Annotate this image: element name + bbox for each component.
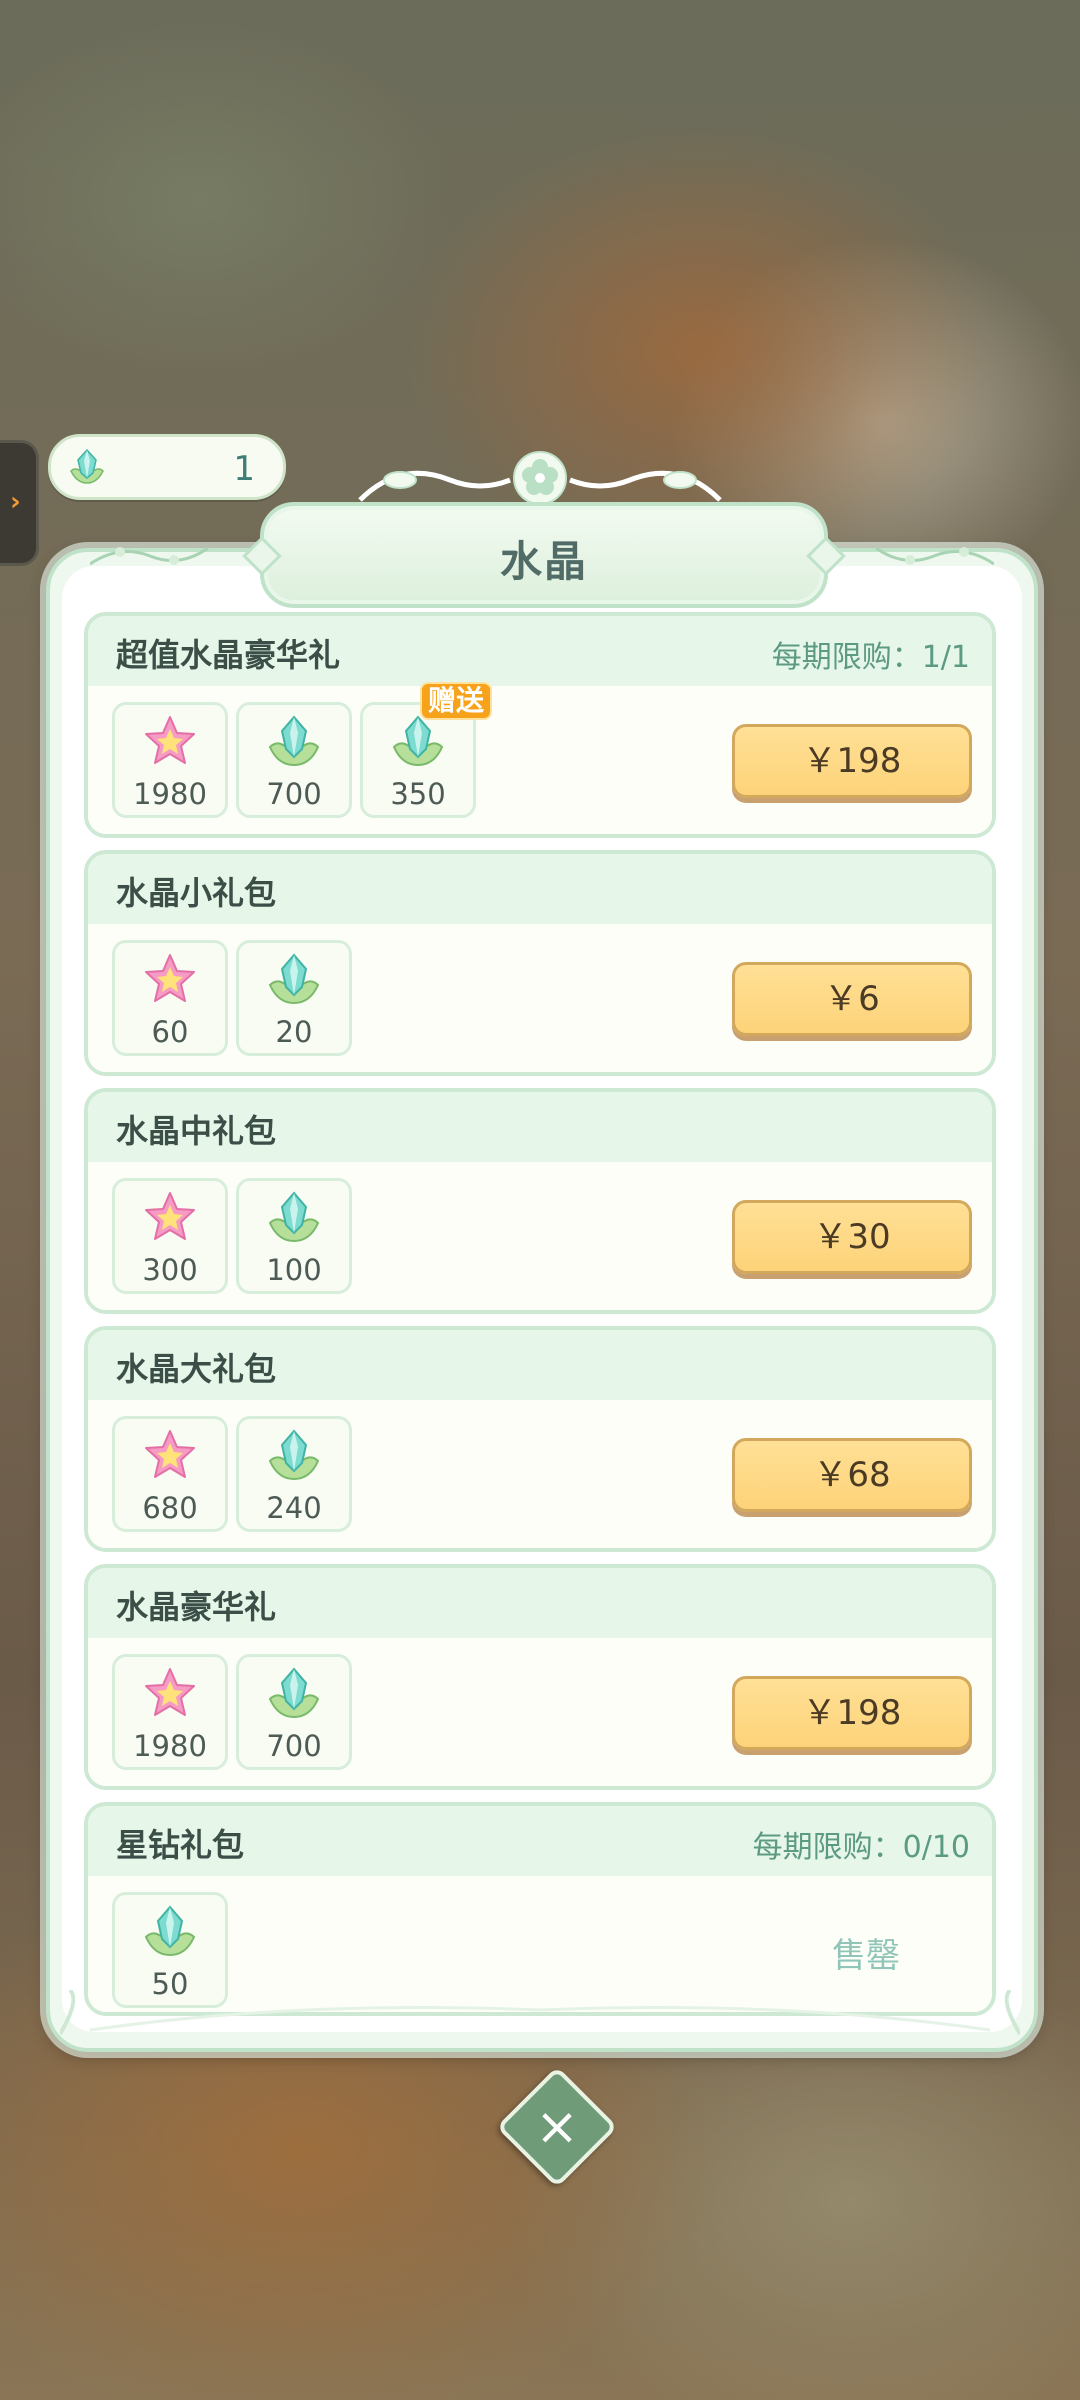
package-card: 星钻礼包 每期限购：0/10 50 售罄 [84,1802,996,2016]
page-title: 水晶 [499,537,588,586]
flower-ornament-icon [358,451,722,505]
package-card: 水晶大礼包 680 240 ￥68 [84,1326,996,1552]
package-name: 水晶小礼包 [116,874,277,912]
star-icon [142,951,198,1011]
package-card: 水晶小礼包 60 20 ￥6 [84,850,996,1076]
crystal-amount: 1 [233,449,255,489]
package-card: 水晶中礼包 300 100 ￥30 [84,1088,996,1314]
package-card: 水晶豪华礼 1980 700 ￥198 [84,1564,996,1790]
reward-quantity: 350 [390,777,446,811]
title-banner: 水晶 [242,502,846,608]
reward-quantity: 100 [266,1253,322,1287]
package-name: 水晶豪华礼 [116,1588,277,1626]
reward-item: 100 [236,1178,352,1294]
crystal-balance: 1 [48,434,286,500]
package-name: 水晶大礼包 [116,1350,277,1388]
reward-item: 20 [236,940,352,1056]
crystal-icon [390,713,446,773]
reward-item: 240 [236,1416,352,1532]
vine-decoration-icon [90,546,209,566]
reward-quantity: 60 [151,1015,189,1049]
side-drawer-tab[interactable]: › [0,440,39,566]
reward-quantity: 240 [266,1491,322,1525]
reward-item: 680 [112,1416,228,1532]
reward-item: 1980 [112,702,228,818]
crystal-icon [266,713,322,773]
reward-quantity: 1980 [133,1729,207,1763]
leaf-decoration-icon [60,1990,1020,2036]
crystal-icon [266,1427,322,1487]
reward-quantity: 700 [266,777,322,811]
reward-item: 700 [236,1654,352,1770]
buy-button[interactable]: ￥68 [732,1438,972,1512]
reward-item: 60 [112,940,228,1056]
crystal-icon [266,1189,322,1249]
buy-button[interactable]: ￥30 [732,1200,972,1274]
star-icon [142,1427,198,1487]
crystal-icon [266,1665,322,1725]
buy-button[interactable]: ￥6 [732,962,972,1036]
close-icon[interactable]: × [514,2084,600,2170]
reward-item: 350 [360,702,476,818]
reward-quantity: 300 [142,1253,198,1287]
star-icon [142,1665,198,1725]
purchase-limit: 每期限购：1/1 [771,640,970,675]
star-icon [142,713,198,773]
reward-item: 700 [236,702,352,818]
package-name: 超值水晶豪华礼 [116,636,341,674]
sold-out-label: 售罄 [832,1936,900,1976]
star-icon [142,1189,198,1249]
reward-quantity: 1980 [133,777,207,811]
reward-item: 300 [112,1178,228,1294]
crystal-icon [142,1903,198,1963]
purchase-limit: 每期限购：0/10 [752,1830,970,1865]
reward-quantity: 700 [266,1729,322,1763]
reward-item: 1980 [112,1654,228,1770]
package-name: 水晶中礼包 [116,1112,277,1150]
package-name: 星钻礼包 [116,1826,245,1864]
crystal-icon [266,951,322,1011]
package-card: 超值水晶豪华礼 每期限购：1/1 1980 700 350 赠送 ￥198 [84,612,996,838]
vine-decoration-icon [875,546,994,566]
buy-button[interactable]: ￥198 [732,724,972,798]
buy-button[interactable]: ￥198 [732,1676,972,1750]
chevron-right-icon: › [10,487,21,517]
crystal-icon [67,447,107,491]
reward-quantity: 20 [275,1015,313,1049]
bonus-tag: 赠送 [422,684,491,718]
package-list: 超值水晶豪华礼 每期限购：1/1 1980 700 350 赠送 ￥198 水晶… [84,612,996,2028]
reward-quantity: 680 [142,1491,198,1525]
